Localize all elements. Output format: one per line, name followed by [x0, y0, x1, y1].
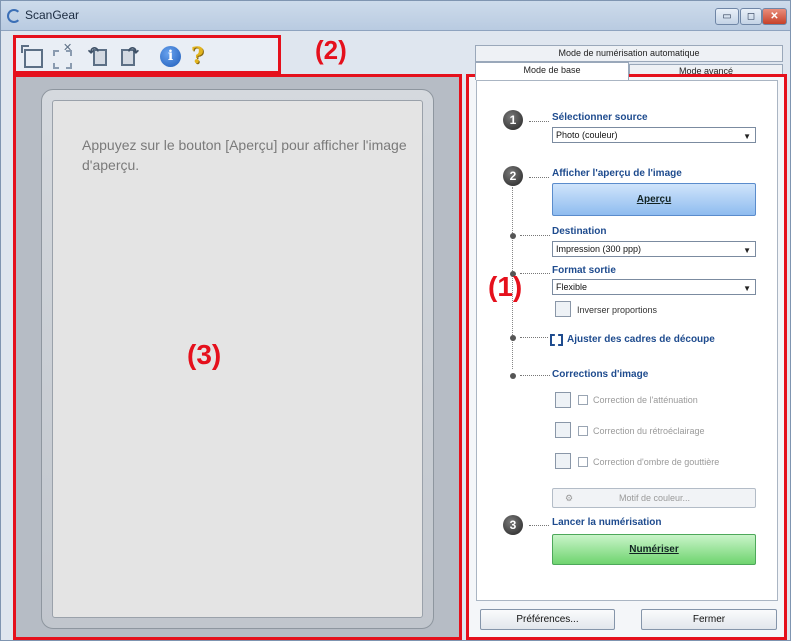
preview-instruction-text: Appuyez sur le bouton [Aperçu] pour affi… [82, 137, 407, 173]
backlight-correction-label: Correction du rétroéclairage [593, 426, 705, 436]
preview-area: Appuyez sur le bouton [Aperçu] pour affi… [13, 74, 462, 640]
close-button[interactable]: Fermer [641, 609, 777, 630]
step-1-badge: 1 [503, 110, 523, 130]
window-close-button[interactable]: ✕ [762, 8, 787, 25]
rotate-right-icon[interactable]: ↷ [116, 44, 140, 69]
backlight-correction-icon [555, 422, 571, 438]
help-icon[interactable]: ? [187, 43, 211, 69]
output-size-label: Format sortie [552, 265, 616, 276]
tab-basic-mode[interactable]: Mode de base [475, 62, 629, 80]
scan-button[interactable]: Numériser [552, 534, 756, 565]
preview-bezel: Appuyez sur le bouton [Aperçu] pour affi… [41, 89, 434, 629]
invert-ratio-label: Inverser proportions [577, 305, 658, 315]
output-size-select[interactable]: Flexible ▼ [552, 279, 756, 295]
clear-crop-icon[interactable] [50, 41, 74, 69]
source-select[interactable]: Photo (couleur) ▼ [552, 127, 756, 143]
invert-ratio-icon[interactable] [555, 301, 571, 317]
callout-label-1: (1) [488, 271, 523, 302]
chevron-down-icon: ▼ [743, 284, 751, 293]
title-bar[interactable]: ScanGear ▭ ◻ ✕ [1, 1, 790, 31]
crop-icon[interactable] [21, 45, 45, 69]
step-2-badge: 2 [503, 166, 523, 186]
color-pattern-icon: ⚙ [565, 493, 574, 503]
preview-toolbar: ↶ ↷ i ? [13, 35, 281, 74]
gutter-shadow-correction-checkbox[interactable] [578, 457, 588, 467]
adjust-crop-frames-link[interactable]: Ajuster des cadres de découpe [567, 334, 715, 345]
crop-frame-icon [550, 334, 563, 346]
window-title: ScanGear [25, 8, 80, 22]
destination-label: Destination [552, 226, 607, 237]
step-3-badge: 3 [503, 515, 523, 535]
callout-label-2: (2) [315, 35, 347, 65]
scangear-window: ScanGear ▭ ◻ ✕ ↶ ↷ i ? (2) Appuyez sur l… [0, 0, 791, 641]
destination-select[interactable]: Impression (300 ppp) ▼ [552, 241, 756, 257]
select-source-heading: Sélectionner source [552, 112, 648, 123]
basic-mode-panel: 1 Sélectionner source Photo (couleur) ▼ 2… [476, 80, 778, 601]
gutter-shadow-correction-icon [555, 453, 571, 469]
scangear-app-icon [7, 9, 21, 23]
fading-correction-icon [555, 392, 571, 408]
settings-panel: 1 Sélectionner source Photo (couleur) ▼ 2… [466, 74, 787, 640]
backlight-correction-checkbox[interactable] [578, 426, 588, 436]
fading-correction-label: Correction de l'atténuation [593, 395, 698, 405]
gutter-shadow-correction-label: Correction d'ombre de gouttière [593, 457, 720, 467]
info-icon[interactable]: i [159, 45, 183, 69]
preview-button[interactable]: Aperçu [552, 183, 756, 216]
maximize-button[interactable]: ◻ [740, 8, 762, 25]
rotate-left-icon[interactable]: ↶ [88, 44, 112, 69]
preview-canvas[interactable]: Appuyez sur le bouton [Aperçu] pour affi… [52, 100, 423, 618]
fading-correction-checkbox[interactable] [578, 395, 588, 405]
preferences-button[interactable]: Préférences... [480, 609, 615, 630]
tab-auto-scan-mode[interactable]: Mode de numérisation automatique [475, 45, 783, 62]
start-scan-heading: Lancer la numérisation [552, 517, 662, 528]
color-pattern-button[interactable]: ⚙ Motif de couleur... [552, 488, 756, 508]
chevron-down-icon: ▼ [743, 132, 751, 141]
minimize-button[interactable]: ▭ [715, 8, 739, 25]
callout-label-3: (3) [187, 339, 222, 370]
preview-image-heading: Afficher l'aperçu de l'image [552, 168, 682, 179]
image-corrections-label: Corrections d'image [552, 369, 649, 380]
chevron-down-icon: ▼ [743, 246, 751, 255]
